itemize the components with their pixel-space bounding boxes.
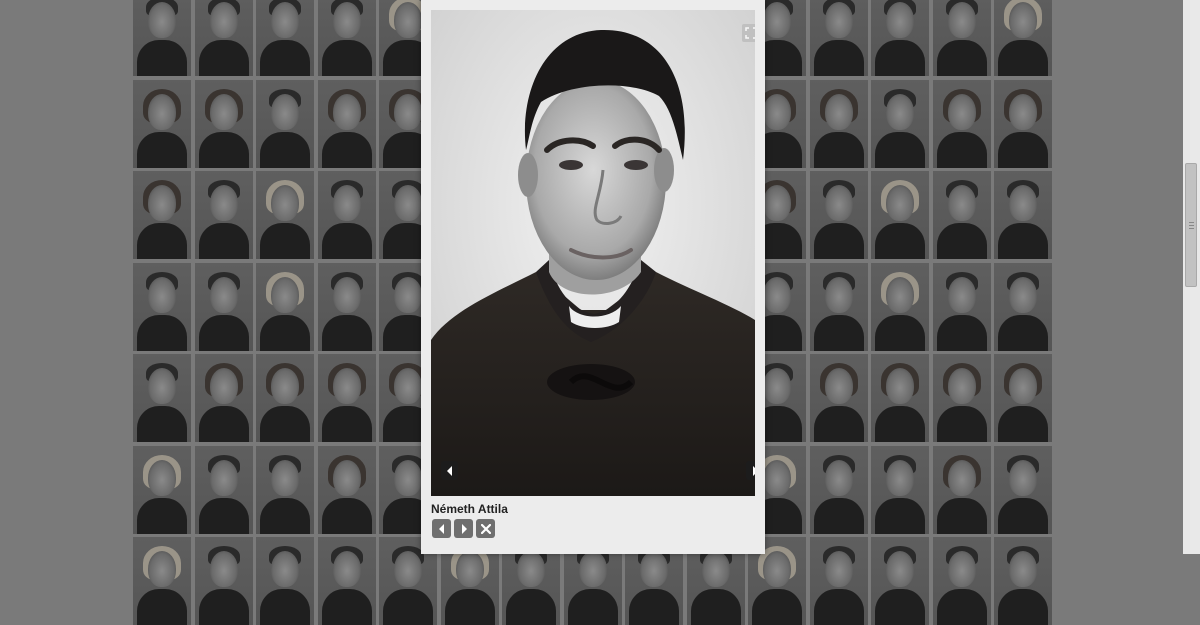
gallery-thumbnail[interactable] — [256, 446, 314, 534]
gallery-thumbnail[interactable] — [810, 0, 868, 76]
gallery-thumbnail[interactable] — [933, 171, 991, 259]
gallery-thumbnail[interactable] — [994, 171, 1052, 259]
gallery-thumbnail[interactable] — [133, 80, 191, 168]
close-icon — [480, 523, 491, 534]
gallery-thumbnail[interactable] — [318, 446, 376, 534]
gallery-thumbnail[interactable] — [994, 446, 1052, 534]
gallery-thumbnail[interactable] — [195, 354, 253, 442]
gallery-thumbnail[interactable] — [810, 263, 868, 351]
gallery-thumbnail[interactable] — [994, 263, 1052, 351]
arrow-left-icon[interactable] — [441, 461, 458, 480]
gallery-thumbnail[interactable] — [318, 0, 376, 76]
gallery-thumbnail[interactable] — [195, 537, 253, 625]
gallery-thumbnail[interactable] — [933, 0, 991, 76]
gallery-thumbnail[interactable] — [318, 354, 376, 442]
gallery-thumbnail[interactable] — [318, 80, 376, 168]
gallery-thumbnail[interactable] — [994, 537, 1052, 625]
close-button[interactable] — [476, 519, 495, 538]
gallery-thumbnail[interactable] — [871, 354, 929, 442]
gallery-thumbnail[interactable] — [133, 537, 191, 625]
gallery-thumbnail[interactable] — [871, 446, 929, 534]
gallery-thumbnail[interactable] — [133, 171, 191, 259]
gallery-thumbnail[interactable] — [810, 80, 868, 168]
gallery-thumbnail[interactable] — [133, 446, 191, 534]
lightbox-controls — [432, 519, 495, 538]
gallery-thumbnail[interactable] — [871, 263, 929, 351]
gallery-thumbnail[interactable] — [195, 171, 253, 259]
arrow-right-icon[interactable] — [746, 461, 755, 480]
gallery-thumbnail[interactable] — [871, 80, 929, 168]
expand-icon[interactable] — [742, 24, 755, 42]
prev-button[interactable] — [432, 519, 451, 538]
gallery-thumbnail[interactable] — [318, 263, 376, 351]
gallery-thumbnail[interactable] — [133, 263, 191, 351]
gallery-thumbnail[interactable] — [933, 354, 991, 442]
gallery-thumbnail[interactable] — [933, 537, 991, 625]
lightbox-photo — [431, 10, 755, 496]
gallery-thumbnail[interactable] — [256, 263, 314, 351]
arrow-right-icon — [461, 523, 467, 534]
gallery-thumbnail[interactable] — [256, 354, 314, 442]
gallery-thumbnail[interactable] — [810, 354, 868, 442]
gallery-thumbnail[interactable] — [195, 446, 253, 534]
gallery-thumbnail[interactable] — [256, 537, 314, 625]
gallery-thumbnail[interactable] — [933, 263, 991, 351]
gallery-thumbnail[interactable] — [810, 537, 868, 625]
gallery-thumbnail[interactable] — [871, 537, 929, 625]
gallery-thumbnail[interactable] — [256, 171, 314, 259]
photo-caption: Németh Attila — [431, 502, 508, 516]
gallery-thumbnail[interactable] — [318, 171, 376, 259]
scrollbar-thumb[interactable] — [1185, 163, 1197, 287]
gallery-thumbnail[interactable] — [871, 0, 929, 76]
gallery-thumbnail[interactable] — [318, 537, 376, 625]
gallery-thumbnail[interactable] — [994, 80, 1052, 168]
gallery-thumbnail[interactable] — [195, 0, 253, 76]
gallery-thumbnail[interactable] — [810, 446, 868, 534]
gallery-thumbnail[interactable] — [256, 0, 314, 76]
gallery-thumbnail[interactable] — [871, 171, 929, 259]
gallery-thumbnail[interactable] — [933, 80, 991, 168]
gallery-thumbnail[interactable] — [195, 263, 253, 351]
gallery-thumbnail[interactable] — [195, 80, 253, 168]
gallery-thumbnail[interactable] — [810, 171, 868, 259]
page-scrollbar[interactable] — [1183, 0, 1200, 554]
gallery-thumbnail[interactable] — [133, 354, 191, 442]
lightbox: Németh Attila — [421, 0, 765, 554]
gallery-thumbnail[interactable] — [994, 0, 1052, 76]
gallery-thumbnail[interactable] — [133, 0, 191, 76]
gallery-thumbnail[interactable] — [933, 446, 991, 534]
portrait-image — [431, 10, 755, 496]
gallery-thumbnail[interactable] — [994, 354, 1052, 442]
arrow-left-icon — [438, 523, 444, 534]
gallery-thumbnail[interactable] — [256, 80, 314, 168]
next-button[interactable] — [454, 519, 473, 538]
